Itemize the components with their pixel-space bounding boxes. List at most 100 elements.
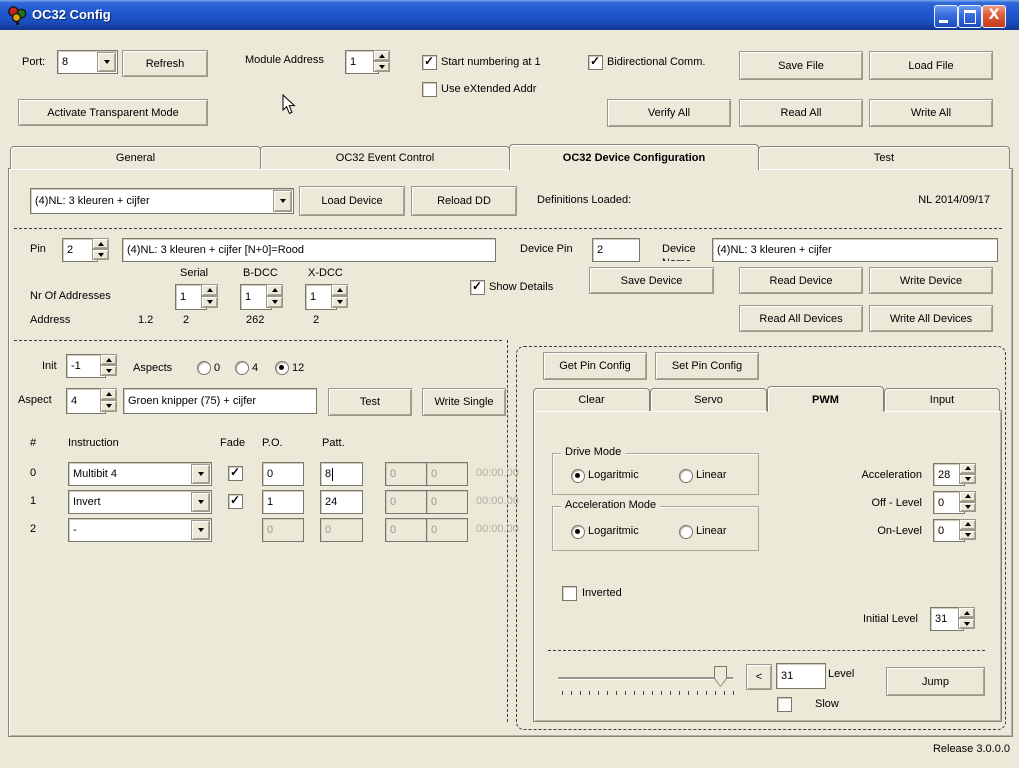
level-back-button[interactable]: <: [746, 664, 772, 690]
maximize-button[interactable]: [958, 5, 982, 28]
spin-down-button[interactable]: [331, 296, 348, 308]
tab-test[interactable]: Test: [758, 146, 1010, 169]
tab-device-configuration[interactable]: OC32 Device Configuration: [509, 144, 759, 170]
jump-button[interactable]: Jump: [886, 667, 985, 696]
device-dropdown-arrow-icon[interactable]: [273, 190, 292, 212]
fade-checkbox[interactable]: [228, 466, 243, 481]
read-all-button[interactable]: Read All: [739, 99, 863, 127]
spin-up-button[interactable]: [959, 463, 976, 474]
spin-up-button[interactable]: [959, 491, 976, 502]
aspect-name-input[interactable]: Groen knipper (75) + cijfer: [123, 388, 317, 414]
aspects-radio-0[interactable]: [197, 361, 211, 375]
show-details-checkbox[interactable]: [470, 280, 485, 295]
patt-input[interactable]: 8: [320, 462, 363, 486]
spin-up-button[interactable]: [100, 388, 117, 400]
spin-down-button[interactable]: [959, 530, 976, 541]
port-select[interactable]: 8: [57, 50, 118, 74]
read-all-devices-button[interactable]: Read All Devices: [739, 305, 863, 332]
level-input[interactable]: 31: [776, 663, 826, 689]
device-name-input[interactable]: (4)NL: 3 kleuren + cijfer: [712, 238, 998, 262]
fade-checkbox[interactable]: [228, 494, 243, 509]
save-device-button[interactable]: Save Device: [589, 267, 714, 294]
spin-up-button[interactable]: [959, 519, 976, 530]
reload-dd-button[interactable]: Reload DD: [411, 186, 517, 216]
dropdown-arrow-icon[interactable]: [191, 464, 210, 484]
instruction-select[interactable]: -: [68, 518, 212, 542]
close-button[interactable]: X: [982, 5, 1006, 28]
spin-down-button[interactable]: [959, 502, 976, 513]
spin-up-button[interactable]: [100, 354, 117, 365]
pin-spinner[interactable]: [92, 238, 109, 260]
serial-spinner[interactable]: [201, 284, 218, 308]
spin-down-button[interactable]: [373, 61, 390, 72]
spin-up-button[interactable]: [331, 284, 348, 296]
spin-down-button[interactable]: [959, 474, 976, 485]
spin-down-button[interactable]: [92, 249, 109, 260]
module-address-spinner[interactable]: [373, 50, 390, 72]
drive-mode-linear-radio[interactable]: [679, 469, 693, 483]
level-slider-track[interactable]: [558, 677, 733, 679]
port-dropdown-arrow-icon[interactable]: [97, 52, 116, 72]
po-input[interactable]: 0: [262, 462, 304, 486]
write-all-button[interactable]: Write All: [869, 99, 993, 127]
xdcc-spinner[interactable]: [331, 284, 348, 308]
on-level-spinner[interactable]: [959, 519, 976, 540]
spin-up-button[interactable]: [958, 607, 975, 618]
patt-input[interactable]: 24: [320, 490, 363, 514]
tab-servo[interactable]: Servo: [650, 388, 767, 411]
slow-checkbox[interactable]: [777, 697, 792, 712]
write-device-button[interactable]: Write Device: [869, 267, 993, 294]
spin-up-button[interactable]: [201, 284, 218, 296]
spin-up-button[interactable]: [92, 238, 109, 249]
set-pin-config-button[interactable]: Set Pin Config: [655, 352, 759, 380]
instruction-select[interactable]: Multibit 4: [68, 462, 212, 486]
title-bar[interactable]: OC32 Config X: [0, 0, 1019, 30]
po-input[interactable]: 1: [262, 490, 304, 514]
use-extended-checkbox[interactable]: [422, 82, 437, 97]
spin-down-button[interactable]: [100, 365, 117, 376]
acceleration-mode-linear-radio[interactable]: [679, 525, 693, 539]
write-single-button[interactable]: Write Single: [422, 388, 506, 416]
instruction-select[interactable]: Invert: [68, 490, 212, 514]
load-device-button[interactable]: Load Device: [299, 186, 405, 216]
get-pin-config-button[interactable]: Get Pin Config: [543, 352, 647, 380]
read-device-button[interactable]: Read Device: [739, 267, 863, 294]
minimize-button[interactable]: [934, 5, 958, 28]
device-pin-input[interactable]: 2: [592, 238, 640, 262]
save-file-button[interactable]: Save File: [739, 51, 863, 80]
tab-general[interactable]: General: [10, 146, 261, 169]
dropdown-arrow-icon[interactable]: [191, 520, 210, 540]
write-all-devices-button[interactable]: Write All Devices: [869, 305, 993, 332]
spin-down-button[interactable]: [100, 400, 117, 412]
verify-all-button[interactable]: Verify All: [607, 99, 731, 127]
off-level-spinner[interactable]: [959, 491, 976, 512]
bdcc-spinner[interactable]: [266, 284, 283, 308]
refresh-button[interactable]: Refresh: [122, 50, 208, 77]
load-file-button[interactable]: Load File: [869, 51, 993, 80]
tab-input[interactable]: Input: [884, 388, 1000, 411]
acceleration-spinner[interactable]: [959, 463, 976, 484]
activate-transparent-mode-button[interactable]: Activate Transparent Mode: [18, 99, 208, 126]
tab-pwm[interactable]: PWM: [767, 386, 884, 412]
spin-down-button[interactable]: [201, 296, 218, 308]
init-spinner[interactable]: [100, 354, 117, 376]
pin-description-input[interactable]: (4)NL: 3 kleuren + cijfer [N+0]=Rood: [122, 238, 496, 262]
spin-up-button[interactable]: [373, 50, 390, 61]
aspects-radio-12[interactable]: [275, 361, 289, 375]
device-select[interactable]: (4)NL: 3 kleuren + cijfer: [30, 188, 294, 214]
aspects-radio-4[interactable]: [235, 361, 249, 375]
bidirectional-checkbox[interactable]: [588, 55, 603, 70]
tab-clear[interactable]: Clear: [533, 388, 650, 411]
dropdown-arrow-icon[interactable]: [191, 492, 210, 512]
acceleration-mode-logaritmic-radio[interactable]: [571, 525, 585, 539]
test-button[interactable]: Test: [328, 388, 412, 416]
aspect-spinner[interactable]: [100, 388, 117, 412]
initial-level-spinner[interactable]: [958, 607, 975, 629]
tab-event-control[interactable]: OC32 Event Control: [260, 146, 510, 169]
spin-up-button[interactable]: [266, 284, 283, 296]
start-numbering-checkbox[interactable]: [422, 55, 437, 70]
spin-down-button[interactable]: [266, 296, 283, 308]
spin-down-button[interactable]: [958, 618, 975, 629]
inverted-checkbox[interactable]: [562, 586, 577, 601]
drive-mode-logaritmic-radio[interactable]: [571, 469, 585, 483]
